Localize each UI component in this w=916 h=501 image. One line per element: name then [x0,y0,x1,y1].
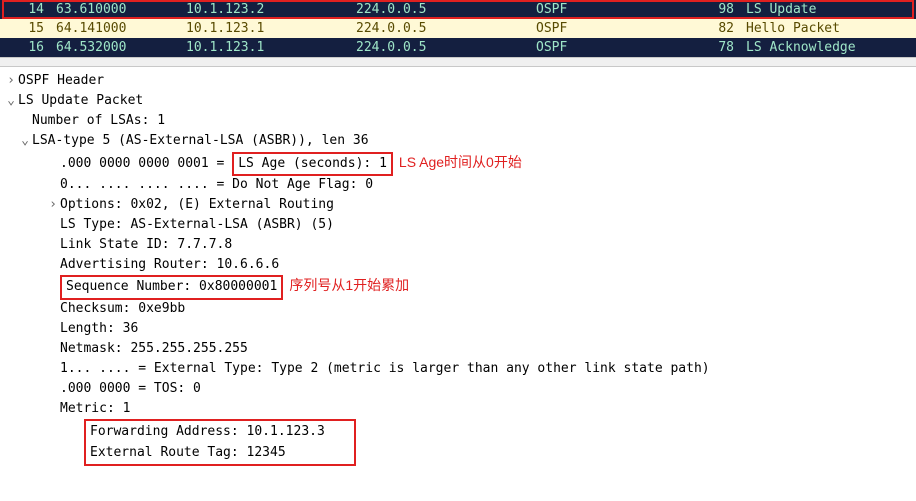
checksum: Checksum: 0xe9bb [4,299,916,319]
expand-icon[interactable]: › [4,71,18,91]
packet-row[interactable]: 1463.61000010.1.123.2224.0.0.5OSPF98LS U… [0,0,916,19]
cell-dst: 224.0.0.5 [350,38,530,57]
ls-age-row: .000 0000 0000 0001 = LS Age (seconds): … [4,152,916,175]
cell-len: 78 [700,38,740,57]
ls-age-bits: .000 0000 0000 0001 = [60,156,232,171]
seq-num-row: Sequence Number: 0x80000001 序列号从1开始累加 [4,275,916,298]
cell-info: Hello Packet [740,19,916,38]
ls-age-annotation: LS Age时间从0开始 [399,154,522,170]
packet-list: 1463.61000010.1.123.2224.0.0.5OSPF98LS U… [0,0,916,57]
collapse-icon[interactable]: ⌄ [4,91,18,111]
cell-len: 82 [700,19,740,38]
cell-src: 10.1.123.2 [180,0,350,19]
ospf-header-label: OSPF Header [18,73,104,88]
cell-proto: OSPF [530,38,700,57]
cell-no: 16 [0,38,50,57]
packet-details: ›OSPF Header ⌄LS Update Packet Number of… [0,67,916,474]
num-lsas: Number of LSAs: 1 [4,111,916,131]
cell-no: 14 [0,0,50,19]
netmask: Netmask: 255.255.255.255 [4,339,916,359]
ext-tag: External Route Tag: 12345 [90,443,350,463]
adv-router: Advertising Router: 10.6.6.6 [4,255,916,275]
link-state-id: Link State ID: 7.7.7.8 [4,235,916,255]
cell-time: 64.532000 [50,38,180,57]
pane-divider[interactable] [0,57,916,67]
cell-src: 10.1.123.1 [180,19,350,38]
collapse-icon[interactable]: ⌄ [18,131,32,151]
options-node[interactable]: ›Options: 0x02, (E) External Routing [4,195,916,215]
metric: Metric: 1 [4,399,916,419]
cell-no: 15 [0,19,50,38]
cell-len: 98 [700,0,740,19]
cell-time: 63.610000 [50,0,180,19]
fwd-tag-box: Forwarding Address: 10.1.123.3 External … [84,419,356,465]
seq-annotation: 序列号从1开始累加 [289,277,409,293]
ls-update-node[interactable]: ⌄LS Update Packet [4,91,916,111]
length: Length: 36 [4,319,916,339]
cell-info: LS Update [740,0,916,19]
seq-num-box: Sequence Number: 0x80000001 [60,275,283,299]
cell-proto: OSPF [530,0,700,19]
packet-row[interactable]: 1664.53200010.1.123.1224.0.0.5OSPF78LS A… [0,38,916,57]
fwd-addr: Forwarding Address: 10.1.123.3 [90,422,350,442]
cell-src: 10.1.123.1 [180,38,350,57]
expand-icon[interactable]: › [46,195,60,215]
cell-info: LS Acknowledge [740,38,916,57]
cell-dst: 224.0.0.5 [350,0,530,19]
cell-dst: 224.0.0.5 [350,19,530,38]
lsa-type5-label: LSA-type 5 (AS-External-LSA (ASBR)), len… [32,133,369,148]
ospf-header-node[interactable]: ›OSPF Header [4,71,916,91]
ls-update-label: LS Update Packet [18,93,143,108]
do-not-age: 0... .... .... .... = Do Not Age Flag: 0 [4,175,916,195]
tos: .000 0000 = TOS: 0 [4,379,916,399]
ext-type: 1... .... = External Type: Type 2 (metri… [4,359,916,379]
packet-row[interactable]: 1564.14100010.1.123.1224.0.0.5OSPF82Hell… [0,19,916,38]
ls-type: LS Type: AS-External-LSA (ASBR) (5) [4,215,916,235]
options-label: Options: 0x02, (E) External Routing [60,197,334,212]
ls-age-box: LS Age (seconds): 1 [232,152,393,176]
lsa-type5-node[interactable]: ⌄LSA-type 5 (AS-External-LSA (ASBR)), le… [4,131,916,151]
cell-time: 64.141000 [50,19,180,38]
cell-proto: OSPF [530,19,700,38]
